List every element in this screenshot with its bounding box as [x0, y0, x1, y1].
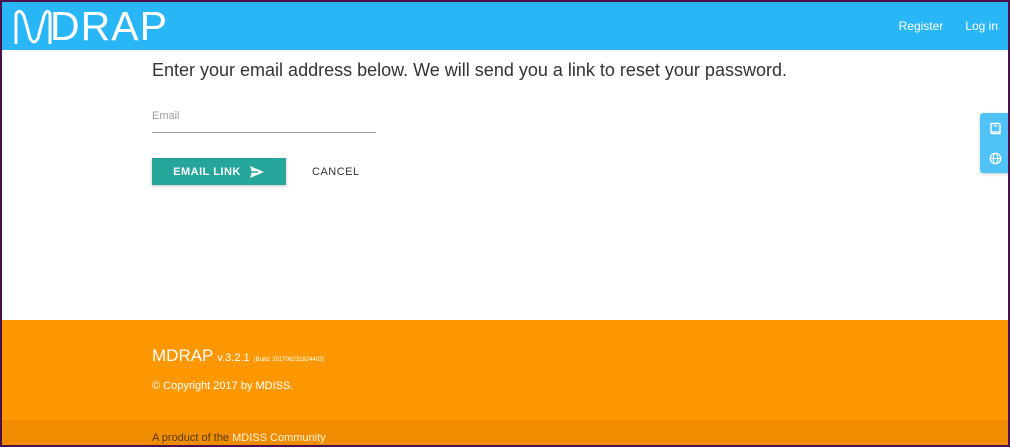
book-tool[interactable]: [980, 113, 1008, 143]
footer-product-prefix: A product of the: [152, 432, 230, 444]
community-link[interactable]: MDISS Community: [232, 432, 326, 444]
footer-build: (Build: 201706231824402): [253, 357, 325, 363]
globe-icon: [989, 152, 1001, 164]
register-link[interactable]: Register: [899, 19, 944, 33]
cancel-button[interactable]: CANCEL: [300, 158, 372, 185]
email-input[interactable]: [152, 108, 376, 133]
book-icon: [989, 122, 1001, 134]
footer-bottom-bar: A product of the MDISS Community: [2, 420, 1008, 445]
login-link[interactable]: Log in: [965, 19, 998, 33]
top-bar: DRAP Register Log in: [2, 2, 1008, 50]
send-icon: [249, 165, 264, 178]
page-instructions: Enter your email address below. We will …: [152, 60, 787, 80]
app-frame: DRAP Register Log in Enter your email ad…: [2, 2, 1008, 445]
email-link-button[interactable]: EMAIL LINK: [152, 158, 286, 185]
email-link-label: EMAIL LINK: [173, 165, 241, 178]
top-nav: Register Log in: [899, 2, 998, 50]
footer-product-text: A product of the MDISS Community: [152, 432, 326, 444]
logo-text: DRAP: [50, 3, 168, 49]
logo-wave-icon: [14, 9, 52, 44]
footer-version: v.3.2.1: [217, 352, 250, 364]
footer-brand-name: MDRAP: [152, 346, 214, 365]
side-toolbar: [980, 113, 1008, 173]
logo[interactable]: DRAP: [14, 3, 168, 49]
footer-brand: MDRAP v.3.2.1 (Build: 201706231824402): [152, 346, 324, 366]
footer: MDRAP v.3.2.1 (Build: 201706231824402) ©…: [2, 320, 1008, 445]
globe-tool[interactable]: [980, 143, 1008, 173]
email-field-wrapper: [152, 106, 376, 133]
footer-copyright: © Copyright 2017 by MDISS.: [152, 380, 294, 392]
